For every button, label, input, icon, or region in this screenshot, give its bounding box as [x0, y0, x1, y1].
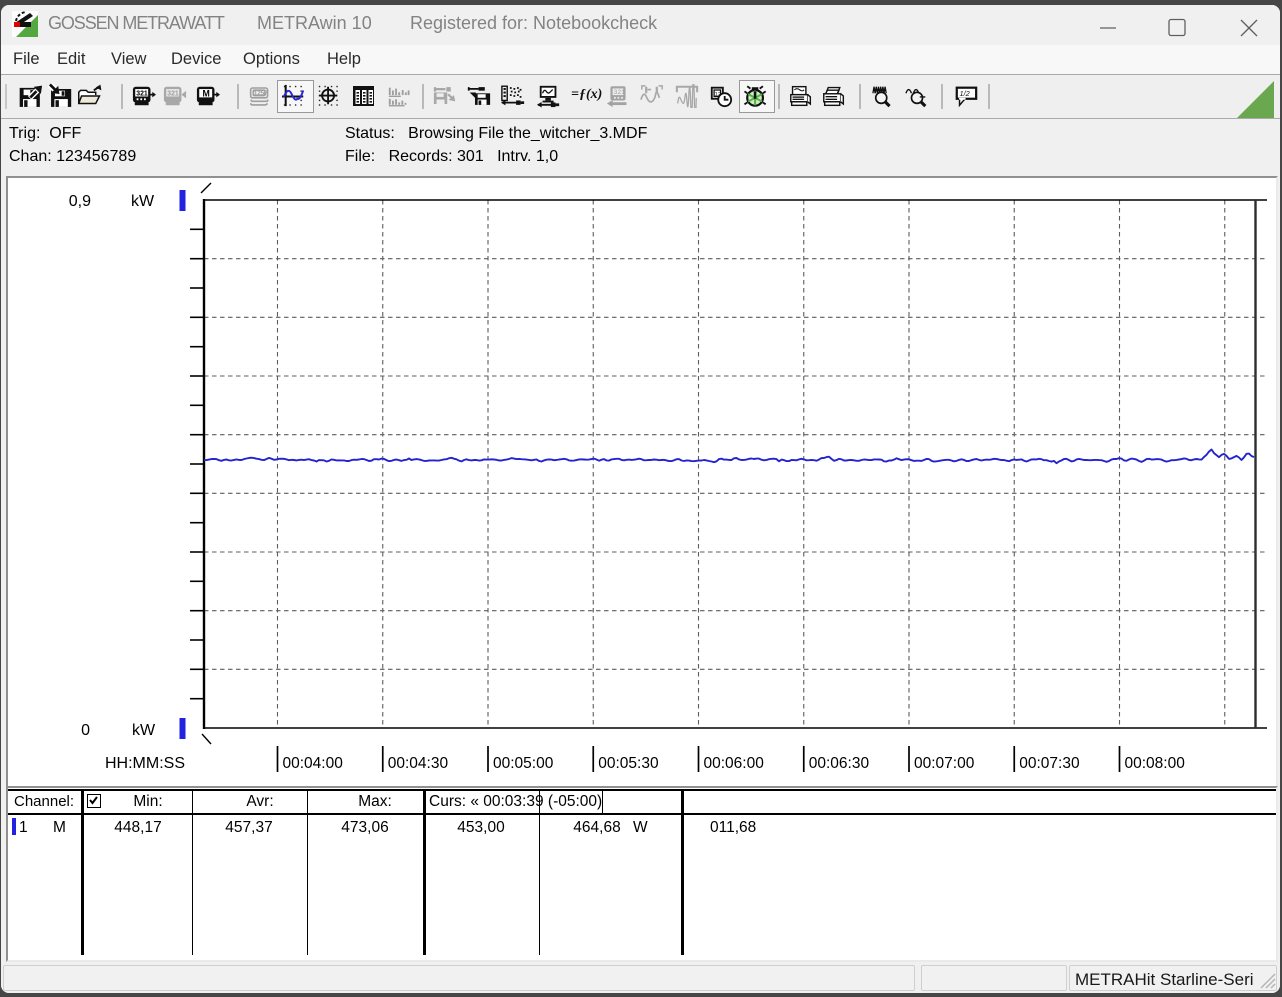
- svg-text:00:07:00: 00:07:00: [914, 755, 975, 772]
- svg-text:HH:MM:SS: HH:MM:SS: [105, 755, 185, 772]
- svg-text:0: 0: [81, 722, 90, 739]
- svg-text:kW: kW: [131, 193, 155, 210]
- svg-text:321: 321: [167, 90, 179, 97]
- svg-text:321: 321: [136, 90, 148, 97]
- svg-text:kW: kW: [132, 722, 156, 739]
- svg-text:00:08:00: 00:08:00: [1125, 755, 1186, 772]
- svg-text:00:04:30: 00:04:30: [388, 755, 449, 772]
- svg-text:321: 321: [614, 89, 625, 96]
- svg-text:00:05:30: 00:05:30: [598, 755, 659, 772]
- svg-text:00:05:00: 00:05:00: [493, 755, 554, 772]
- svg-text:00:04:00: 00:04:00: [283, 755, 344, 772]
- svg-text:00:06:30: 00:06:30: [809, 755, 870, 772]
- svg-text:0,9: 0,9: [69, 193, 91, 210]
- svg-text:1/2: 1/2: [960, 89, 970, 98]
- svg-text:00:06:00: 00:06:00: [704, 755, 765, 772]
- svg-text:1257: 1257: [254, 90, 268, 97]
- svg-text:M: M: [202, 89, 209, 99]
- svg-text:00:07:30: 00:07:30: [1019, 755, 1080, 772]
